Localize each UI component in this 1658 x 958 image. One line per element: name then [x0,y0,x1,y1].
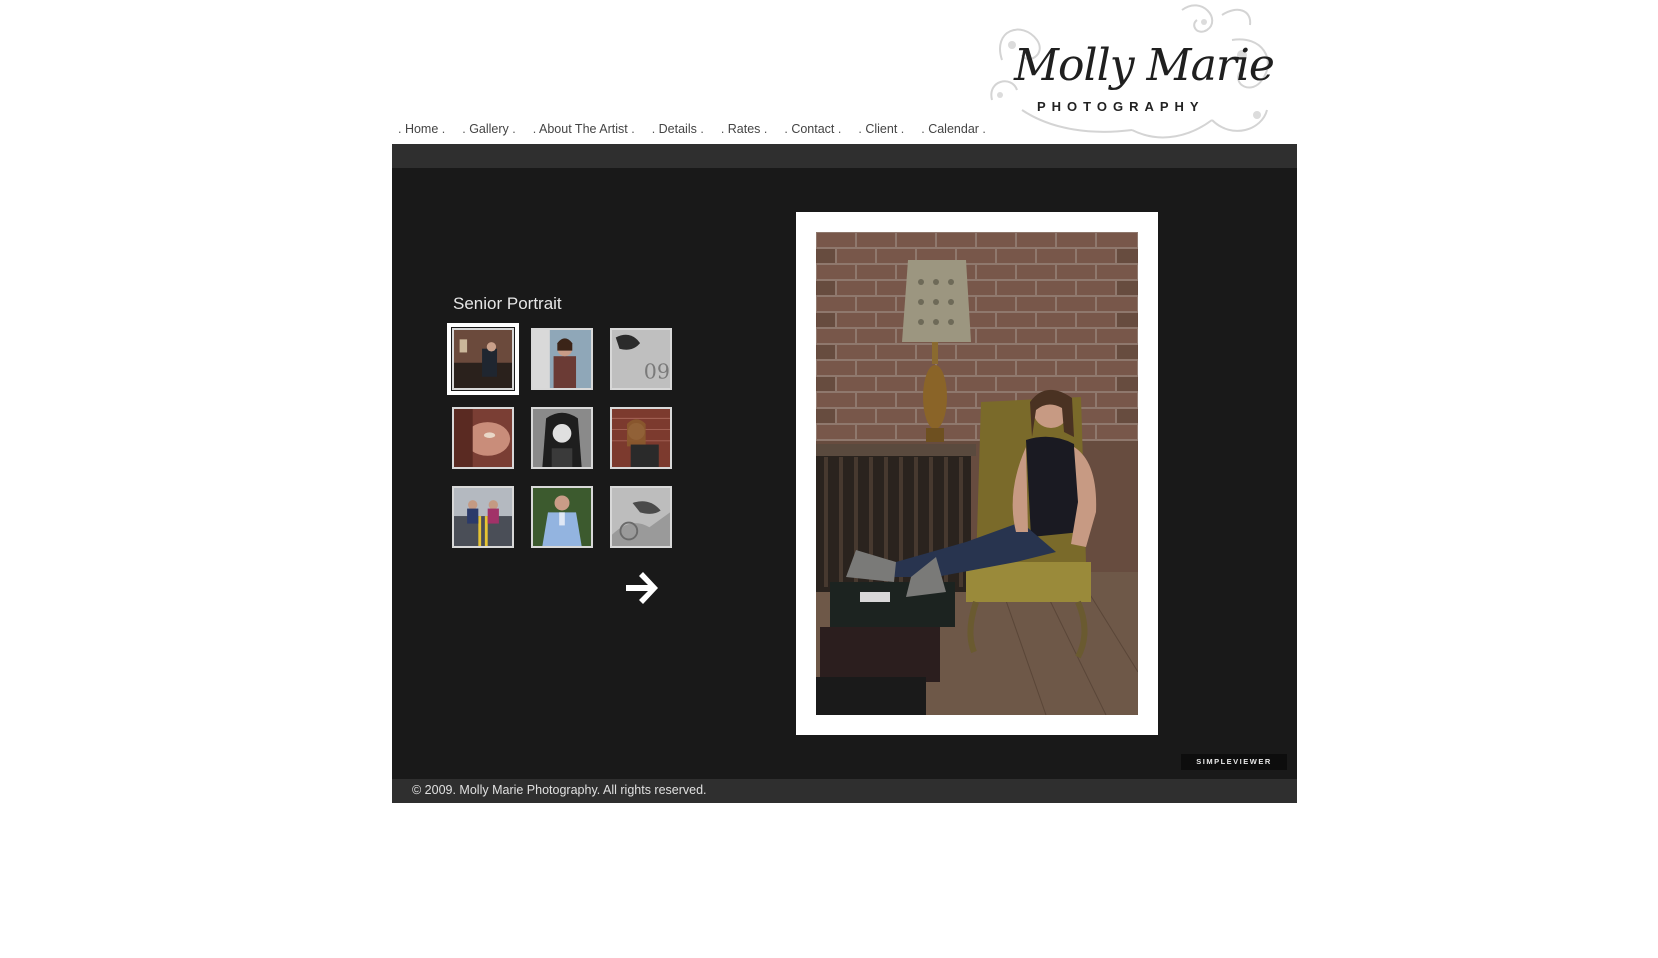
portrait-thumbnail-image [533,330,591,388]
nav-label: Home [404,122,439,136]
nav-item-calendar[interactable]: . Calendar . [921,122,986,136]
thumbnail-7[interactable] [452,486,514,548]
header: Molly Marie PHOTOGRAPHY . Home . . Galle… [392,0,1297,144]
nav-item-client[interactable]: . Client . [858,122,904,136]
logo-script-text: Molly Marie [1014,40,1275,91]
nav-item-gallery[interactable]: . Gallery . [462,122,516,136]
nav-item-about[interactable]: . About The Artist . [533,122,635,136]
simpleviewer-badge[interactable]: SIMPLEVIEWER [1181,754,1287,770]
gallery-panel: Senior Portrait 09 SIMPLEVIEWER © 2009. … [392,144,1297,803]
portrait-thumbnail-image [454,409,512,467]
main-photo[interactable] [816,232,1138,715]
nav-item-home[interactable]: . Home . [398,122,445,136]
thumbnail-1[interactable] [447,323,519,395]
nav-label: Rates [727,122,761,136]
nav-item-contact[interactable]: . Contact . [784,122,841,136]
main-photo-frame [796,212,1158,735]
site-container: Molly Marie PHOTOGRAPHY . Home . . Galle… [392,0,1297,803]
nav-label: About The Artist [539,122,628,136]
copyright-text: © 2009. Molly Marie Photography. All rig… [412,783,707,797]
next-arrow-icon[interactable] [622,570,662,606]
portrait-thumbnail-image [454,488,512,546]
thumbnail-5[interactable] [531,407,593,469]
footer: © 2009. Molly Marie Photography. All rig… [392,779,1297,803]
thumbnail-6[interactable] [610,407,672,469]
thumbnail-2[interactable] [531,328,593,390]
svg-text:09: 09 [644,360,670,384]
nav-label: Calendar [928,122,979,136]
main-nav: . Home . . Gallery . . About The Artist … [398,122,1003,136]
portrait-thumbnail-image [612,409,670,467]
nav-item-rates[interactable]: . Rates . [721,122,768,136]
thumbnail-4[interactable] [452,407,514,469]
portrait-thumbnail-image [533,409,591,467]
nav-label: Contact [791,122,835,136]
nav-label: Gallery [469,122,509,136]
main-photo-image [816,232,1138,715]
portrait-thumbnail-image [612,488,670,546]
logo[interactable]: Molly Marie PHOTOGRAPHY [982,0,1282,144]
portrait-thumbnail-image: 09 [612,330,670,388]
thumbnail-8[interactable] [531,486,593,548]
nav-label: Client [865,122,898,136]
nav-label: Details [658,122,697,136]
logo-subtitle: PHOTOGRAPHY [1037,99,1205,114]
thumbnail-9[interactable] [610,486,672,548]
gallery-title: Senior Portrait [453,294,562,313]
portrait-thumbnail-image [454,330,512,388]
nav-item-details[interactable]: . Details . [652,122,704,136]
gallery-top-bar [392,144,1297,168]
portrait-thumbnail-image [533,488,591,546]
thumbnail-3[interactable]: 09 [610,328,672,390]
